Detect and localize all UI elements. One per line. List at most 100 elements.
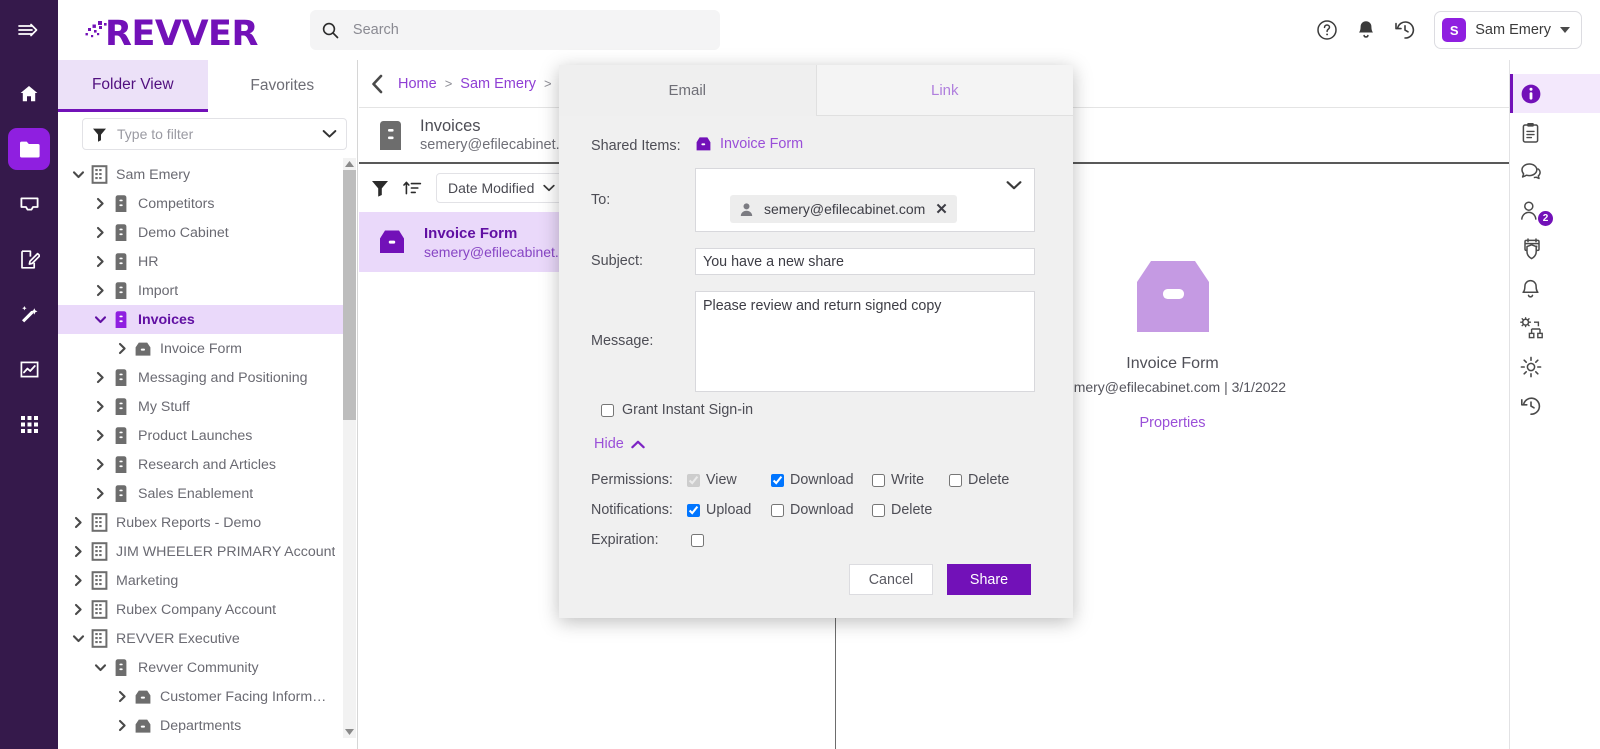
- chevron-right-icon[interactable]: [72, 574, 85, 587]
- tree-node[interactable]: My Stuff: [58, 392, 343, 421]
- tree-node-twisty[interactable]: [68, 574, 88, 587]
- tree-node[interactable]: Import: [58, 276, 343, 305]
- tab-folder-view[interactable]: Folder View: [58, 60, 208, 112]
- tree-node[interactable]: Marketing: [58, 566, 343, 595]
- tree-node-twisty[interactable]: [68, 603, 88, 616]
- tree-node[interactable]: Sales Enablement: [58, 479, 343, 508]
- permission-write-checkbox[interactable]: [872, 473, 885, 487]
- chevron-right-icon[interactable]: [116, 690, 129, 703]
- tree-node[interactable]: Rubex Company Account: [58, 595, 343, 624]
- tree-node[interactable]: Rubex Reports - Demo: [58, 508, 343, 537]
- tree-node[interactable]: HR: [58, 247, 343, 276]
- chevron-down-icon[interactable]: [94, 661, 107, 674]
- chevron-right-icon[interactable]: [72, 516, 85, 529]
- tree-node-twisty[interactable]: [68, 632, 88, 645]
- tree-node[interactable]: Messaging and Positioning: [58, 363, 343, 392]
- scroll-down-arrow[interactable]: [343, 726, 356, 738]
- tab-email[interactable]: Email: [559, 65, 816, 116]
- tree-node[interactable]: Product Launches: [58, 421, 343, 450]
- notification-download[interactable]: Download: [771, 502, 872, 518]
- share-button[interactable]: Share: [947, 564, 1031, 595]
- shared-item-link[interactable]: Invoice Form: [695, 136, 803, 152]
- recipient-chip[interactable]: semery@efilecabinet.com ✕: [730, 195, 957, 223]
- chevron-right-icon[interactable]: [116, 719, 129, 732]
- tree-node-twisty[interactable]: [68, 545, 88, 558]
- chevron-down-icon[interactable]: [72, 168, 85, 181]
- chevron-down-icon[interactable]: [72, 632, 85, 645]
- chevron-down-icon[interactable]: [94, 313, 107, 326]
- breadcrumb-item-sam-emery[interactable]: Sam Emery: [460, 76, 536, 92]
- chevron-right-icon[interactable]: [94, 400, 107, 413]
- chevron-right-icon[interactable]: [94, 226, 107, 239]
- tree-filter-box[interactable]: [82, 118, 347, 150]
- tree-node-twisty[interactable]: [90, 458, 110, 471]
- tree-node-twisty[interactable]: [90, 400, 110, 413]
- notification-delete-checkbox[interactable]: [872, 503, 885, 517]
- right-rail-item-notifications[interactable]: [1510, 269, 1600, 308]
- tree-node[interactable]: Revver Community: [58, 653, 343, 682]
- filter-button[interactable]: [371, 179, 389, 197]
- tree-node-twisty[interactable]: [90, 487, 110, 500]
- recipients-field[interactable]: semery@efilecabinet.com ✕: [695, 168, 1035, 232]
- notification-download-checkbox[interactable]: [771, 503, 784, 517]
- sort-dropdown[interactable]: Date Modified: [436, 173, 568, 203]
- rail-item-analytics[interactable]: [8, 348, 50, 390]
- recipients-dropdown-toggle[interactable]: [1006, 178, 1022, 196]
- right-rail-item-comments[interactable]: [1510, 152, 1600, 191]
- tree-node[interactable]: JIM WHEELER PRIMARY Account: [58, 537, 343, 566]
- notification-delete[interactable]: Delete: [872, 502, 932, 518]
- tree-node-twisty[interactable]: [90, 255, 110, 268]
- chevron-right-icon[interactable]: [72, 603, 85, 616]
- right-rail-item-settings[interactable]: [1510, 347, 1600, 386]
- grant-signin-checkbox[interactable]: [601, 403, 614, 417]
- permission-download-checkbox[interactable]: [771, 473, 784, 487]
- sort-order-button[interactable]: [403, 179, 422, 198]
- notifications-button[interactable]: [1356, 19, 1376, 41]
- rail-item-files[interactable]: [8, 128, 50, 170]
- right-rail-item-workflow[interactable]: [1510, 308, 1600, 347]
- tree-node[interactable]: Sam Emery: [58, 160, 343, 189]
- permission-delete-checkbox[interactable]: [949, 473, 962, 487]
- preview-properties-link[interactable]: Properties: [1139, 415, 1205, 431]
- tab-favorites[interactable]: Favorites: [208, 60, 358, 112]
- rail-item-inbox[interactable]: [8, 183, 50, 225]
- rail-item-home[interactable]: [8, 73, 50, 115]
- tree-node[interactable]: REVVER Executive: [58, 624, 343, 653]
- tree-node[interactable]: Research and Articles: [58, 450, 343, 479]
- scroll-up-arrow[interactable]: [343, 158, 356, 170]
- rail-item-esign[interactable]: [8, 238, 50, 280]
- expand-menu-button[interactable]: [0, 0, 58, 60]
- chevron-right-icon[interactable]: [72, 545, 85, 558]
- chevron-left-icon[interactable]: [369, 73, 386, 95]
- tree-node-twisty[interactable]: [90, 429, 110, 442]
- tree-node-twisty[interactable]: [68, 168, 88, 181]
- hide-toggle[interactable]: Hide: [594, 436, 1035, 452]
- rail-item-automation[interactable]: [8, 293, 50, 335]
- permission-view[interactable]: View: [687, 472, 771, 488]
- tree-node[interactable]: Competitors: [58, 189, 343, 218]
- tree-node[interactable]: Departments: [58, 711, 343, 740]
- tree-node[interactable]: Invoice Form: [58, 334, 343, 363]
- chevron-right-icon[interactable]: [94, 487, 107, 500]
- user-menu-button[interactable]: S Sam Emery: [1434, 11, 1582, 49]
- tree-node-twisty[interactable]: [90, 284, 110, 297]
- revver-logo[interactable]: REVVER: [85, 8, 258, 52]
- expiration-checkbox[interactable]: [691, 533, 704, 547]
- right-rail-item-tasks[interactable]: [1510, 113, 1600, 152]
- tree-node-twisty[interactable]: [90, 661, 110, 674]
- tree-node-twisty[interactable]: [90, 226, 110, 239]
- search-input[interactable]: [352, 22, 683, 38]
- tree-scrollbar-thumb[interactable]: [343, 170, 356, 420]
- right-rail-item-info[interactable]: [1510, 74, 1600, 113]
- folder-tree[interactable]: Sam Emery Competitors Demo Cabinet HR Import…: [58, 160, 343, 749]
- notification-upload[interactable]: Upload: [687, 502, 771, 518]
- subject-input[interactable]: [695, 248, 1035, 275]
- chevron-right-icon[interactable]: [94, 371, 107, 384]
- tree-node[interactable]: Demo Cabinet: [58, 218, 343, 247]
- right-rail-item-activity[interactable]: [1510, 386, 1600, 425]
- tree-node-twisty[interactable]: [112, 690, 132, 703]
- chevron-right-icon[interactable]: [94, 429, 107, 442]
- tree-node-twisty[interactable]: [90, 371, 110, 384]
- chevron-right-icon[interactable]: [94, 255, 107, 268]
- tree-node[interactable]: Customer Facing Inform…: [58, 682, 343, 711]
